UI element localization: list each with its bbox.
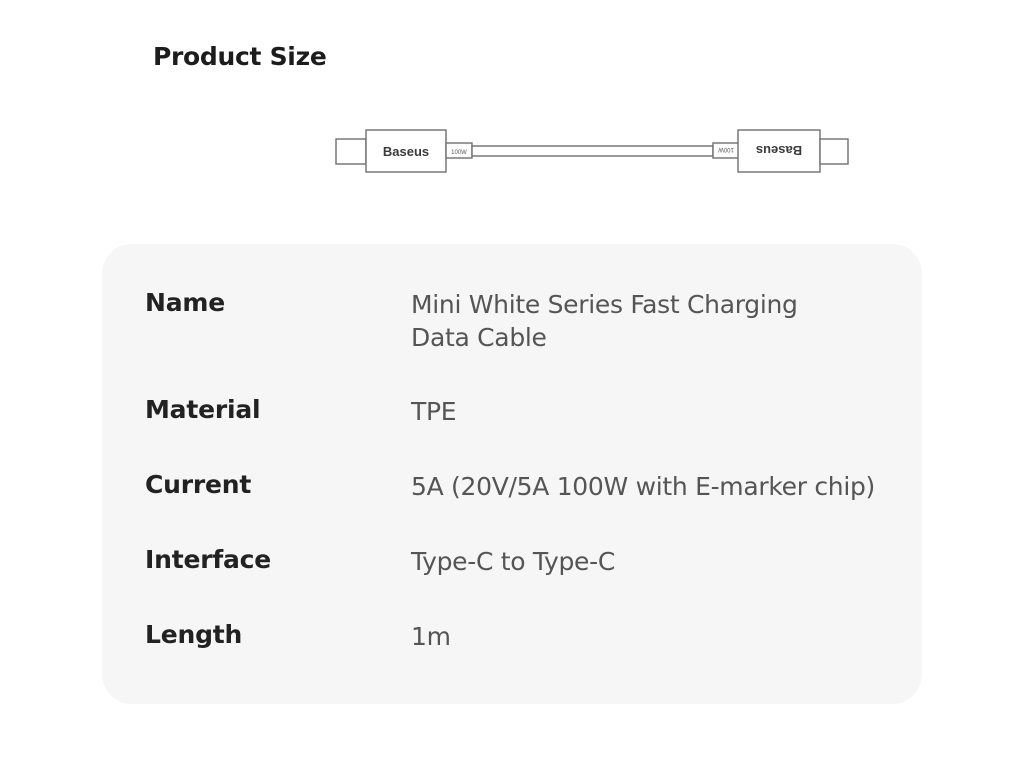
spec-value: TPE [411, 395, 921, 428]
spec-value-line: 5A (20V/5A 100W with E-marker chip) [411, 472, 875, 501]
spec-label: Material [145, 395, 261, 424]
spec-card: Name Mini White Series Fast Charging Dat… [102, 244, 922, 704]
spec-label: Interface [145, 545, 272, 574]
brand-label-left: Baseus [383, 144, 429, 159]
power-label-left: 100W [451, 150, 467, 156]
cable-body [471, 145, 714, 157]
spec-label: Name [145, 288, 225, 317]
spec-value: Mini White Series Fast Charging Data Cab… [411, 288, 921, 354]
brand-label-right: Baseus [756, 143, 802, 158]
page-title: Product Size [153, 42, 327, 71]
cable-diagram: Baseus 100W Baseus 100W [335, 129, 849, 173]
spec-value: 5A (20V/5A 100W with E-marker chip) [411, 470, 921, 503]
spec-value-line: Mini White Series Fast Charging [411, 290, 798, 319]
power-label-right: 100W [718, 146, 734, 152]
spec-value-line: Type-C to Type-C [411, 547, 615, 576]
spec-value: 1m [411, 620, 921, 653]
left-connector-tip [335, 138, 367, 165]
spec-value-line: Data Cable [411, 323, 547, 352]
spec-label: Length [145, 620, 243, 649]
spec-value: Type-C to Type-C [411, 545, 921, 578]
spec-value-line: TPE [411, 397, 457, 426]
spec-value-line: 1m [411, 622, 451, 651]
spec-label: Current [145, 470, 252, 499]
right-connector-tip [819, 138, 849, 165]
